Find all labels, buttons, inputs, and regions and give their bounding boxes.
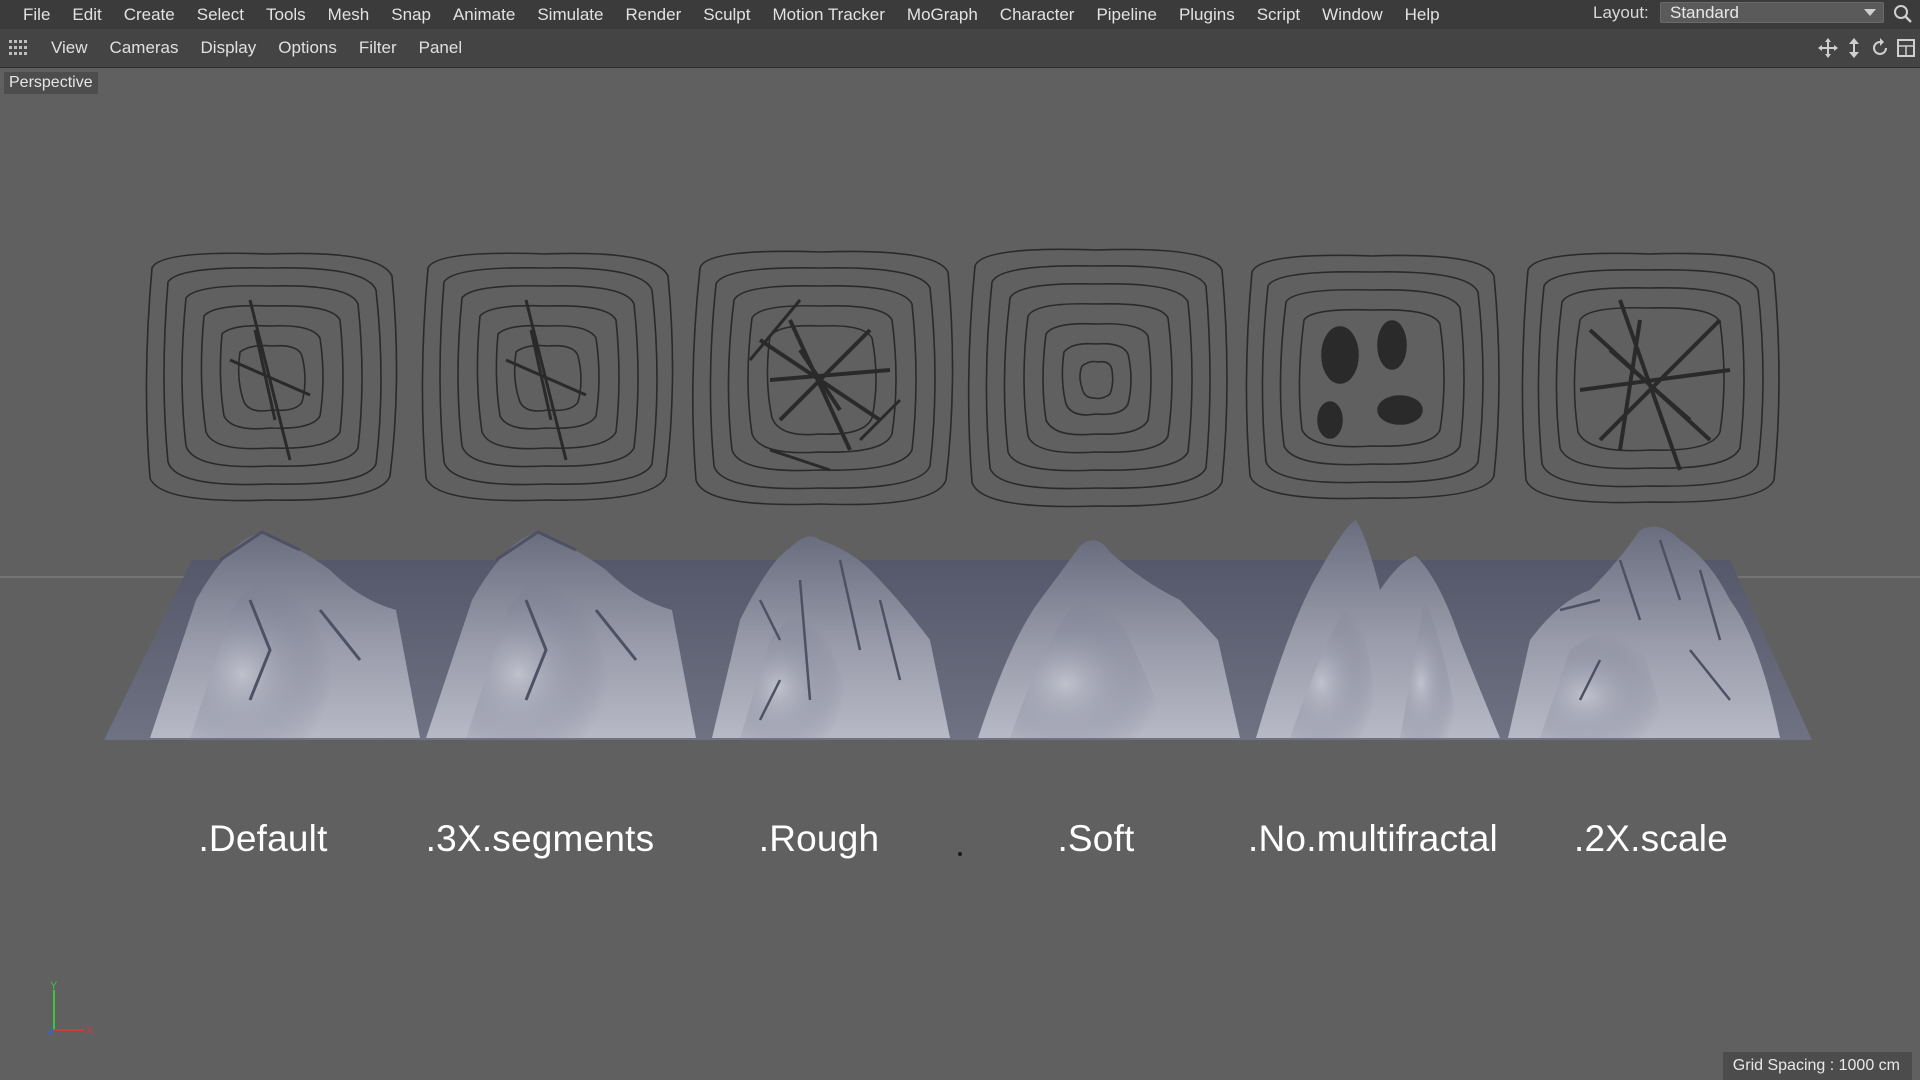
menu-animate[interactable]: Animate — [442, 0, 526, 29]
menu-sculpt[interactable]: Sculpt — [692, 0, 761, 29]
scale-view-icon[interactable] — [1844, 38, 1864, 58]
contour-2x-scale — [1521, 252, 1780, 504]
contour-3x-segments — [421, 252, 674, 502]
menu-file[interactable]: File — [12, 0, 61, 29]
layout-dropdown-value: Standard — [1670, 3, 1739, 22]
menu-help[interactable]: Help — [1394, 0, 1451, 29]
label-3x-segments: .3X.segments — [425, 818, 655, 859]
menu-simulate[interactable]: Simulate — [526, 0, 614, 29]
camera-label[interactable]: Perspective — [4, 72, 98, 94]
menu-plugins[interactable]: Plugins — [1168, 0, 1246, 29]
main-menu-list: File Edit Create Select Tools Mesh Snap … — [0, 0, 1451, 29]
axis-x-label: X — [86, 1025, 94, 1037]
menu-script[interactable]: Script — [1246, 0, 1311, 29]
menu-select[interactable]: Select — [186, 0, 255, 29]
main-menu-bar: File Edit Create Select Tools Mesh Snap … — [0, 0, 1920, 29]
menu-mograph[interactable]: MoGraph — [896, 0, 989, 29]
terrain-labels: .Default .3X.segments .Rough .Soft .No.m… — [0, 818, 1920, 878]
rotate-view-icon[interactable] — [1870, 38, 1890, 58]
viewport-menu-options[interactable]: Options — [267, 38, 348, 58]
layout-label: Layout: — [1593, 3, 1649, 22]
viewport-menu-panel[interactable]: Panel — [408, 38, 473, 58]
menu-render[interactable]: Render — [614, 0, 692, 29]
menu-mesh[interactable]: Mesh — [317, 0, 381, 29]
layout-dropdown[interactable]: Standard — [1660, 2, 1884, 23]
perspective-viewport[interactable]: Perspective .Default .3X.segments .Rough… — [0, 68, 1920, 1080]
maximize-view-icon[interactable] — [1896, 38, 1916, 58]
menu-create[interactable]: Create — [113, 0, 186, 29]
viewport-navigation-icons — [1818, 38, 1916, 58]
chevron-down-icon — [1864, 9, 1876, 16]
menu-tools[interactable]: Tools — [255, 0, 317, 29]
viewport-scene — [0, 248, 1920, 740]
move-view-icon[interactable] — [1818, 38, 1838, 58]
label-rough: .Rough — [758, 818, 880, 859]
axis-y-label: Y — [50, 980, 58, 992]
viewport-menu-display[interactable]: Display — [190, 38, 268, 58]
menu-edit[interactable]: Edit — [61, 0, 112, 29]
mountain-2x-scale — [1508, 526, 1780, 738]
viewport-menu-bar: View Cameras Display Options Filter Pane… — [0, 29, 1920, 68]
axis-gizmo-icon: Y X — [47, 980, 94, 1037]
menu-motion-tracker[interactable]: Motion Tracker — [761, 0, 895, 29]
menu-character[interactable]: Character — [989, 0, 1086, 29]
search-icon[interactable] — [1892, 3, 1914, 25]
menu-snap[interactable]: Snap — [380, 0, 442, 29]
contour-no-multifractal — [1245, 254, 1500, 500]
contour-soft — [967, 248, 1228, 508]
viewport-menu-cameras[interactable]: Cameras — [99, 38, 190, 58]
grid-spacing-readout: Grid Spacing : 1000 cm — [1722, 1052, 1912, 1080]
viewport-menu-view[interactable]: View — [40, 38, 99, 58]
grip-icon[interactable] — [8, 39, 28, 57]
menu-window[interactable]: Window — [1311, 0, 1393, 29]
label-2x-scale: .2X.scale — [1574, 818, 1728, 859]
label-soft: .Soft — [1057, 818, 1135, 859]
menu-pipeline[interactable]: Pipeline — [1085, 0, 1168, 29]
scene-null-dot — [958, 852, 962, 856]
label-default: .Default — [198, 818, 328, 859]
viewport-menu-filter[interactable]: Filter — [348, 38, 408, 58]
label-no-multifractal: .No.multifractal — [1248, 818, 1498, 859]
contour-default — [145, 252, 398, 502]
contour-rough — [692, 250, 954, 506]
